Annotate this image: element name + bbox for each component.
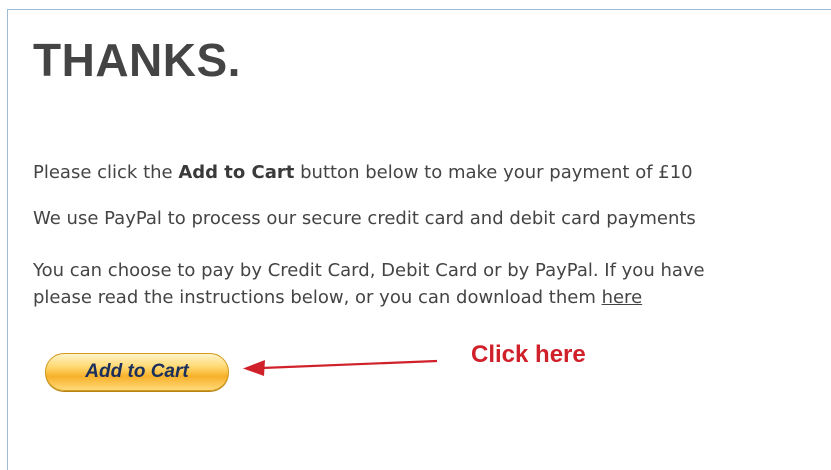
arrow-shaft bbox=[261, 359, 438, 370]
page-frame: THANKS. Please click the Add to Cart but… bbox=[0, 0, 831, 470]
click-here-annotation: Click here bbox=[471, 341, 586, 368]
payment-options-text: You can choose to pay by Credit Card, De… bbox=[33, 257, 705, 311]
paypal-info: We use PayPal to process our secure cred… bbox=[33, 208, 696, 229]
payment-instruction-prefix: Please click the bbox=[33, 162, 179, 183]
payment-instruction: Please click the Add to Cart button belo… bbox=[33, 159, 693, 186]
payment-options-line2: please read the instructions below, or y… bbox=[33, 287, 602, 308]
add-to-cart-button[interactable]: Add to Cart bbox=[45, 353, 229, 391]
arrow-head bbox=[243, 360, 265, 376]
arrow-left-icon bbox=[243, 359, 438, 376]
download-instructions-link[interactable]: here bbox=[602, 287, 643, 308]
payment-instruction-suffix: button below to make your payment of £10 bbox=[294, 162, 693, 183]
page-title: THANKS. bbox=[33, 34, 241, 86]
add-to-cart-label: Add to Cart bbox=[85, 361, 189, 382]
payment-instruction-bold: Add to Cart bbox=[178, 162, 295, 183]
payment-options-line1: You can choose to pay by Credit Card, De… bbox=[33, 260, 705, 281]
